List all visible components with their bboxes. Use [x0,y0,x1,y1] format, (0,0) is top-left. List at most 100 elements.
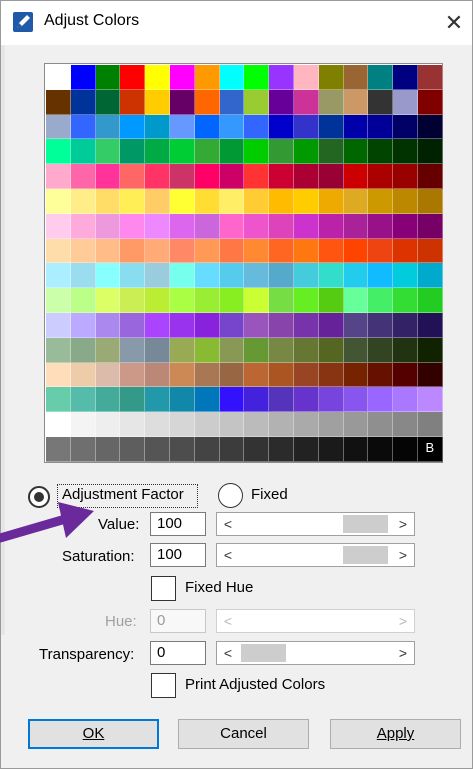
color-swatch[interactable] [343,188,369,214]
color-swatch[interactable] [417,337,443,363]
color-swatch[interactable] [70,337,96,363]
color-swatch[interactable] [169,362,195,388]
color-swatch[interactable] [343,387,369,413]
color-swatch[interactable] [318,337,344,363]
color-swatch[interactable] [269,238,294,264]
color-swatch[interactable] [244,362,270,388]
color-swatch[interactable] [318,114,344,140]
color-swatch[interactable] [269,387,294,413]
color-swatch[interactable] [70,238,96,264]
color-swatch[interactable] [244,436,270,462]
color-swatch[interactable] [368,238,394,264]
scroll-right-icon[interactable]: > [392,513,414,535]
color-swatch[interactable] [293,412,319,437]
color-swatch[interactable] [95,288,121,313]
color-swatch[interactable] [120,238,146,264]
color-swatch[interactable] [417,139,443,165]
color-swatch[interactable] [393,65,418,90]
color-swatch[interactable] [120,188,146,214]
color-swatch[interactable] [120,387,146,413]
color-swatch[interactable] [393,387,418,413]
color-swatch[interactable] [95,387,121,413]
color-swatch[interactable] [318,288,344,313]
color-swatch[interactable] [169,436,195,462]
color-swatch[interactable] [70,89,96,115]
color-swatch[interactable] [46,263,71,289]
color-swatch[interactable] [318,139,344,165]
color-swatch[interactable] [46,114,71,140]
color-swatch[interactable] [169,312,195,338]
color-swatch[interactable] [318,263,344,289]
color-swatch[interactable] [169,139,195,165]
color-swatch[interactable] [343,263,369,289]
color-swatch[interactable] [169,65,195,90]
color-swatch[interactable] [293,238,319,264]
color-swatch[interactable] [343,65,369,90]
scroll-left-icon[interactable]: < [217,642,239,664]
color-swatch[interactable] [70,362,96,388]
color-swatch[interactable] [318,362,344,388]
color-swatch[interactable] [343,114,369,140]
color-swatch[interactable] [145,139,170,165]
color-swatch[interactable] [368,213,394,239]
slider-thumb[interactable] [343,515,388,533]
color-swatch[interactable] [219,139,245,165]
color-swatch[interactable] [293,188,319,214]
fixed-radio[interactable] [218,483,243,508]
color-swatch[interactable] [194,139,220,165]
color-swatch[interactable] [95,188,121,214]
color-swatch[interactable] [169,238,195,264]
color-swatch[interactable] [393,263,418,289]
color-swatch[interactable] [343,312,369,338]
color-swatch[interactable] [318,412,344,437]
color-swatch[interactable] [318,164,344,189]
color-swatch[interactable] [95,114,121,140]
color-swatch[interactable] [368,164,394,189]
color-swatch[interactable] [368,65,394,90]
color-swatch[interactable] [368,337,394,363]
color-swatch[interactable] [393,362,418,388]
color-swatch[interactable] [145,263,170,289]
color-swatch[interactable] [269,114,294,140]
color-swatch[interactable] [269,89,294,115]
color-swatch[interactable] [70,387,96,413]
color-swatch[interactable] [219,412,245,437]
color-swatch[interactable] [194,213,220,239]
cancel-button[interactable]: Cancel [178,719,309,749]
color-swatch[interactable] [393,114,418,140]
color-swatch[interactable] [46,89,71,115]
color-swatch[interactable] [70,412,96,437]
color-swatch[interactable] [95,362,121,388]
color-swatch[interactable] [46,139,71,165]
color-swatch[interactable] [368,362,394,388]
color-swatch[interactable] [318,436,344,462]
color-swatch[interactable] [145,288,170,313]
color-swatch[interactable] [120,213,146,239]
color-swatch[interactable] [293,337,319,363]
color-swatch[interactable] [318,213,344,239]
color-swatch[interactable] [417,89,443,115]
fixed-hue-checkbox[interactable] [151,576,176,601]
color-swatch[interactable] [219,65,245,90]
color-swatch[interactable] [343,139,369,165]
color-swatch[interactable] [219,337,245,363]
color-swatch[interactable] [194,288,220,313]
color-swatch[interactable] [145,436,170,462]
color-swatch[interactable] [169,337,195,363]
color-swatch[interactable] [194,114,220,140]
color-swatch[interactable] [343,238,369,264]
color-swatch[interactable] [219,263,245,289]
color-swatch[interactable] [417,387,443,413]
color-swatch[interactable] [169,213,195,239]
color-swatch[interactable] [368,387,394,413]
color-swatch[interactable] [120,412,146,437]
color-swatch[interactable] [244,139,270,165]
color-swatch[interactable] [343,89,369,115]
color-swatch[interactable] [145,213,170,239]
print-adjusted-colors-label[interactable]: Print Adjusted Colors [185,676,325,693]
color-swatch[interactable] [244,412,270,437]
color-swatch[interactable] [343,288,369,313]
close-icon[interactable]: ✕ [439,9,469,37]
color-swatch[interactable] [145,114,170,140]
color-swatch[interactable] [293,312,319,338]
